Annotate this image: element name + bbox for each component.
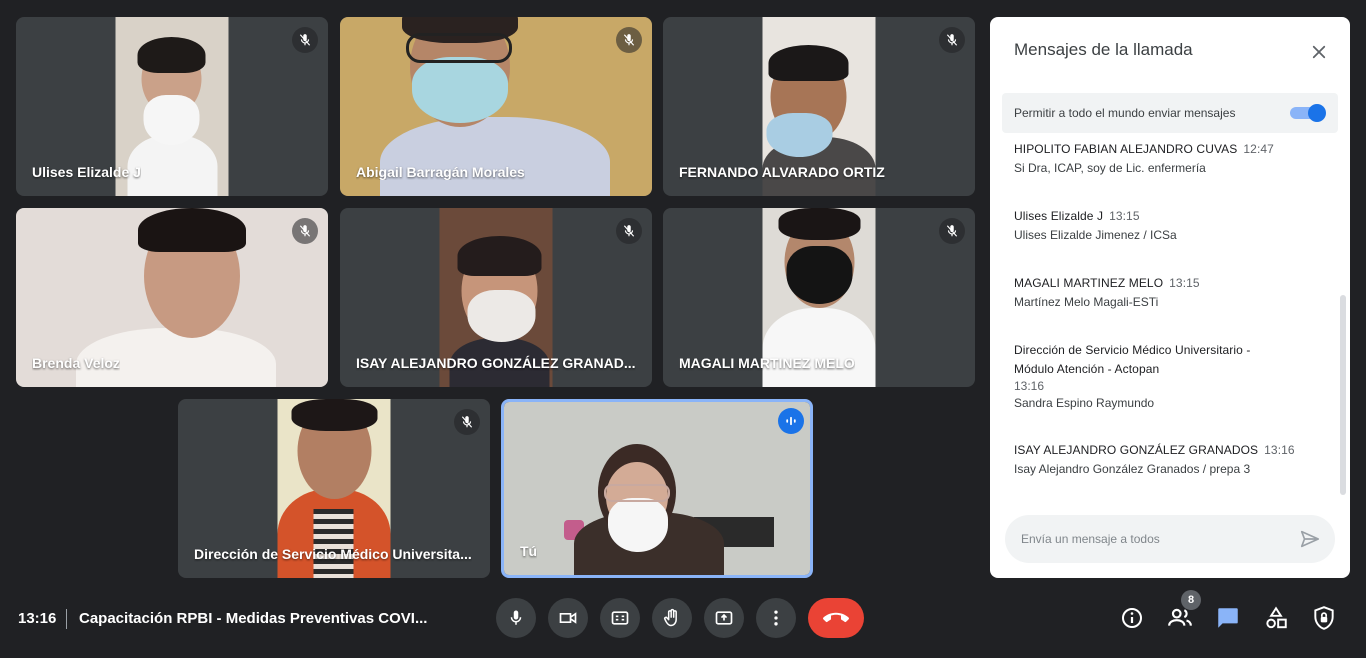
muted-mic-icon xyxy=(454,409,480,435)
divider xyxy=(66,609,67,629)
chat-messages: HIPOLITO FABIAN ALEJANDRO CUVAS 12:47 Si … xyxy=(990,141,1340,511)
participant-tile[interactable]: MAGALI MARTINEZ MELO xyxy=(663,208,975,387)
more-vert-icon xyxy=(774,610,778,626)
speaking-indicator-icon xyxy=(778,408,804,434)
meet-window: Ulises Elizalde J Abigail Barragán Moral… xyxy=(0,0,1366,658)
more-options-button[interactable] xyxy=(756,598,796,638)
participant-name: MAGALI MARTINEZ MELO xyxy=(679,355,855,371)
message-sender: HIPOLITO FABIAN ALEJANDRO CUVAS xyxy=(1014,142,1238,156)
participant-name: Ulises Elizalde J xyxy=(32,164,141,180)
message-sender: MAGALI MARTINEZ MELO xyxy=(1014,276,1164,290)
camera-icon xyxy=(559,612,577,624)
permit-messages-toggle[interactable] xyxy=(1290,104,1326,122)
message-time: 13:16 xyxy=(1264,443,1295,457)
permit-messages-row: Permitir a todo el mundo enviar mensajes xyxy=(1002,93,1338,133)
bottom-bar: 13:16 Capacitación RPBI - Medidas Preven… xyxy=(0,588,1366,658)
captions-button[interactable] xyxy=(600,598,640,638)
chat-message-input[interactable] xyxy=(1021,515,1281,563)
muted-mic-icon xyxy=(292,27,318,53)
camera-button[interactable] xyxy=(548,598,588,638)
chat-scrollbar[interactable] xyxy=(1340,295,1346,495)
muted-mic-icon xyxy=(616,27,642,53)
close-icon xyxy=(1312,45,1326,59)
end-call-icon xyxy=(823,612,849,623)
participant-name: ISAY ALEJANDRO GONZÁLEZ GRANAD... xyxy=(356,355,636,371)
meeting-details-button[interactable] xyxy=(1118,604,1146,632)
participant-name: Tú xyxy=(520,543,538,559)
message-time: 13:15 xyxy=(1109,209,1140,223)
present-icon xyxy=(715,611,733,625)
host-controls-icon xyxy=(1314,606,1334,630)
chat-message: HIPOLITO FABIAN ALEJANDRO CUVAS 12:47 Si … xyxy=(1014,141,1314,178)
mic-icon xyxy=(510,610,522,625)
chat-panel: Mensajes de la llamada Permitir a todo e… xyxy=(990,17,1350,578)
chat-message: Ulises Elizalde J 13:15 Ulises Elizalde J… xyxy=(1014,207,1314,245)
meeting-title: Capacitación RPBI - Medidas Preventivas … xyxy=(79,610,428,627)
self-tile[interactable]: Tú xyxy=(501,399,813,578)
participant-tile[interactable]: FERNANDO ALVARADO ORTIZ xyxy=(663,17,975,196)
message-time: 12:47 xyxy=(1243,142,1274,156)
participant-name: FERNANDO ALVARADO ORTIZ xyxy=(679,164,885,180)
meeting-clock: 13:16 xyxy=(18,610,57,627)
chat-button[interactable] xyxy=(1214,604,1242,632)
muted-mic-icon xyxy=(616,218,642,244)
end-call-button[interactable] xyxy=(808,598,864,638)
participant-name: Abigail Barragán Morales xyxy=(356,164,525,180)
participants-count-badge: 8 xyxy=(1181,590,1201,610)
info-icon xyxy=(1122,608,1142,628)
activities-icon xyxy=(1266,606,1287,629)
send-icon xyxy=(1300,530,1320,548)
message-text: Martínez Melo Magali-ESTi xyxy=(1014,295,1159,309)
message-text: Ulises Elizalde Jimenez / ICSa xyxy=(1014,228,1177,242)
muted-mic-icon xyxy=(939,218,965,244)
participant-tile[interactable]: ISAY ALEJANDRO GONZÁLEZ GRANAD... xyxy=(340,208,652,387)
message-time: 13:15 xyxy=(1169,276,1200,290)
permit-messages-label: Permitir a todo el mundo enviar mensajes xyxy=(1014,106,1236,120)
mic-button[interactable] xyxy=(496,598,536,638)
chat-message: ISAY ALEJANDRO GONZÁLEZ GRANADOS 13:16 Is… xyxy=(1014,441,1314,479)
host-controls-button[interactable] xyxy=(1310,604,1338,632)
self-video xyxy=(504,402,810,575)
chat-message: Dirección de Servicio Médico Universitar… xyxy=(1014,341,1314,413)
chat-message: MAGALI MARTINEZ MELO 13:15 Martínez Melo … xyxy=(1014,274,1314,312)
participant-tile[interactable]: Abigail Barragán Morales xyxy=(340,17,652,196)
participant-name: Dirección de Servicio Médico Universita.… xyxy=(194,546,472,562)
chat-icon xyxy=(1218,608,1238,628)
close-chat-button[interactable] xyxy=(1306,39,1332,65)
message-sender: ISAY ALEJANDRO GONZÁLEZ GRANADOS xyxy=(1014,443,1259,457)
message-sender: Dirección de Servicio Médico Universitar… xyxy=(1014,343,1251,357)
participant-tile[interactable]: Dirección de Servicio Médico Universita.… xyxy=(178,399,490,578)
activities-button[interactable] xyxy=(1262,604,1290,632)
raise-hand-icon xyxy=(664,608,677,627)
message-sender: Ulises Elizalde J xyxy=(1014,209,1104,223)
chat-composer xyxy=(1005,515,1335,563)
message-text: Sandra Espino Raymundo xyxy=(1014,396,1155,410)
participant-tile[interactable]: Ulises Elizalde J xyxy=(16,17,328,196)
message-text: Si Dra, ICAP, soy de Lic. enfermería xyxy=(1014,161,1206,175)
captions-icon xyxy=(611,611,629,625)
message-text: Isay Alejandro González Granados / prepa… xyxy=(1014,462,1251,476)
raise-hand-button[interactable] xyxy=(652,598,692,638)
participant-name: Brenda Veloz xyxy=(32,355,120,371)
send-button[interactable] xyxy=(1299,528,1321,555)
chat-title: Mensajes de la llamada xyxy=(1014,40,1193,59)
message-sender-cont: Módulo Atención - Actopan xyxy=(1014,362,1160,376)
participant-tile[interactable]: Brenda Veloz xyxy=(16,208,328,387)
muted-mic-icon xyxy=(939,27,965,53)
muted-mic-icon xyxy=(292,218,318,244)
message-time: 13:16 xyxy=(1014,379,1045,393)
present-button[interactable] xyxy=(704,598,744,638)
